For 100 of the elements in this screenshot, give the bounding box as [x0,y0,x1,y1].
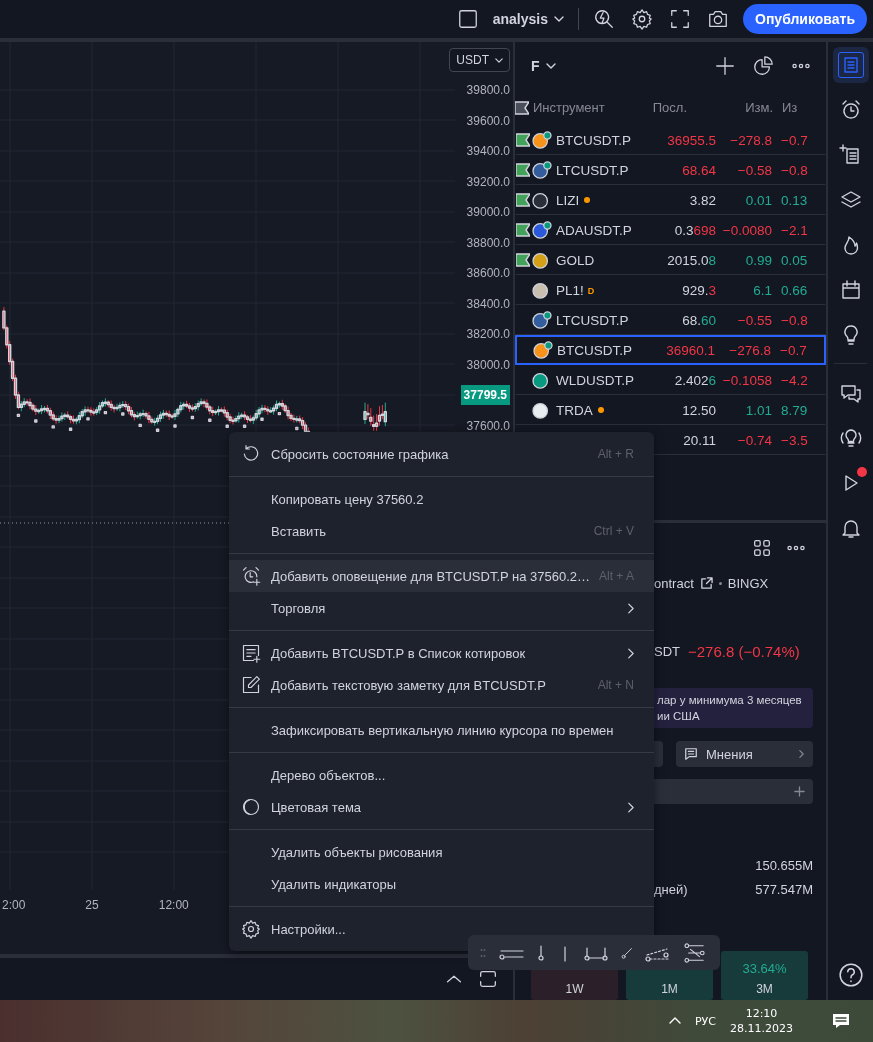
flag-icon[interactable] [516,193,530,207]
plus-icon[interactable] [714,55,736,77]
last-price: 2015.08 [666,252,716,268]
last-price: 36955.5 [666,132,716,148]
price-label: 37600.0 [466,418,510,433]
last-price: 68.64 [681,162,716,178]
lightning-search-icon[interactable] [593,8,615,30]
flag-icon[interactable] [516,253,530,267]
watchlist-row[interactable]: LIZI 3.82 0.01 0.13 [515,185,826,215]
menu-item[interactable]: Настройки... [229,913,654,945]
price-change: 1.01 [744,402,772,418]
note-edit-icon [241,675,261,695]
price-label: 38000.0 [466,357,510,372]
percent-change: 0.13 [780,192,809,208]
alarm-plus-icon [241,566,261,586]
price-label: 39600.0 [466,113,510,128]
stat-label: дней) [654,881,688,897]
performance-tile[interactable]: 33.64% 3M [721,951,808,1000]
price-change: −276.8 [728,342,771,358]
price-label: 38600.0 [466,266,510,281]
plus-icon[interactable] [794,786,805,797]
flag-icon[interactable] [516,133,530,147]
last-price: 0.3698 [673,222,716,238]
percent-change: −4.2 [780,372,809,388]
watchlist-row[interactable]: WLDUSDT.P 2.4026 −0.1058 −4.2 [515,365,826,395]
layout-name-button[interactable]: analysis [492,11,548,27]
caret-icon[interactable] [545,63,556,69]
price-change: −278.8 [729,132,772,148]
watchlist-row[interactable]: TRDA 12.50 1.01 8.79 [515,395,826,425]
symbol-name: ADAUSDT.P [556,222,632,238]
fullscreen-icon[interactable] [669,8,691,30]
price-change: 6.1 [752,282,772,298]
external-link-icon[interactable] [699,576,713,590]
watchlist-row[interactable]: BTCUSDT.P 36960.1 −276.8 −0.7 [515,335,826,365]
price-change: −0.1058 [721,372,772,388]
watchlist-row[interactable]: LTCUSDT.P 68.60 −0.55 −0.8 [515,305,826,335]
time-label: 25 [85,898,99,912]
settings-icon[interactable] [631,8,653,30]
menu-item[interactable]: Удалить индикаторы [229,868,654,900]
frame-icon[interactable] [477,968,499,990]
last-price: 36960.1 [665,342,715,358]
menu-item[interactable]: Добавить BTCUSDT.P в Список котировок [229,637,654,669]
percent-change: −0.7 [780,132,809,148]
pie-chart-icon[interactable] [752,55,774,77]
news-banner[interactable]: лар у минимума 3 месяцев ии США [654,688,813,728]
separator-dot [718,581,722,585]
banner-text: лар у минимума 3 месяцев [657,693,803,708]
menu-item[interactable]: Добавить текстовую заметку для BTCUSDT.P Alt + N [229,669,654,701]
banner-text: ии США [657,709,701,724]
symbol-name: BTCUSDT.P [557,342,632,358]
currency-dropdown[interactable]: USDT [449,48,510,72]
currency-text: SDT [654,643,680,659]
watchlist-row[interactable]: BTCUSDT.P 36955.5 −278.8 −0.7 [515,125,826,155]
percent-change: −0.8 [780,312,809,328]
symbol-name: PL1! [556,282,584,298]
column-header[interactable]: Изм. [717,100,773,115]
clock-time: 12:10 [745,1006,778,1021]
drag-handle-icon[interactable] [479,947,486,958]
square-icon[interactable] [456,8,479,30]
stat-value: 577.547M [755,881,813,897]
price-change: −0.55 [736,312,772,328]
menu-item[interactable]: Цветовая тема [229,791,654,823]
price-change: 0.01 [744,192,772,208]
notification-icon[interactable] [831,1011,851,1031]
menu-item[interactable]: Торговля [229,592,654,624]
symbol-name: BTCUSDT.P [556,132,631,148]
menu-item[interactable]: Дерево объектов... [229,759,654,791]
flag-icon[interactable] [516,223,530,237]
reset-icon [241,444,261,464]
performance-period: 1W [565,982,584,996]
column-header[interactable]: Посл. [639,100,717,115]
opinions-button[interactable]: Мнения [676,741,813,767]
watchlist-row[interactable]: PL1! D 929.3 6.1 0.66 [515,275,826,305]
grid-icon[interactable] [751,537,773,559]
help-icon[interactable] [837,961,864,988]
last-price: 68.60 [681,312,716,328]
percent-change: −0.8 [780,162,809,178]
delay-label: D [587,285,595,296]
menu-item[interactable]: Копировать цену 37560.2 [229,483,654,515]
language-indicator[interactable]: РУС [695,1014,716,1028]
flag-icon[interactable] [516,163,530,177]
watchlist-row[interactable]: LTCUSDT.P 68.64 −0.58 −0.8 [515,155,826,185]
list-name-button[interactable]: F [531,58,540,74]
exchange-name: BINGX [727,575,769,591]
column-header[interactable]: Инструмент [531,100,639,115]
menu-item[interactable]: Вставить Ctrl + V [229,515,654,547]
price-change: 0.99 [744,252,772,268]
publish-button[interactable]: Опубликовать [743,4,867,34]
camera-icon[interactable] [707,8,729,30]
percent-change: −2.1 [780,222,809,238]
add-list-icon [241,643,261,663]
watchlist-row[interactable]: ADAUSDT.P 0.3698 −0.0080 −2.1 [515,215,826,245]
caret-icon[interactable] [554,16,564,22]
watchlist-icon [837,51,864,78]
watchlist-row[interactable]: GOLD 2015.08 0.99 0.05 [515,245,826,275]
column-header[interactable]: Из [773,100,810,115]
shortcut-hint: Ctrl + V [593,524,634,538]
menu-item[interactable]: Удалить объекты рисования [229,836,654,868]
menu-item[interactable]: Зафиксировать вертикальную линию курсора по времен [229,714,654,746]
flag-icon [515,100,529,115]
